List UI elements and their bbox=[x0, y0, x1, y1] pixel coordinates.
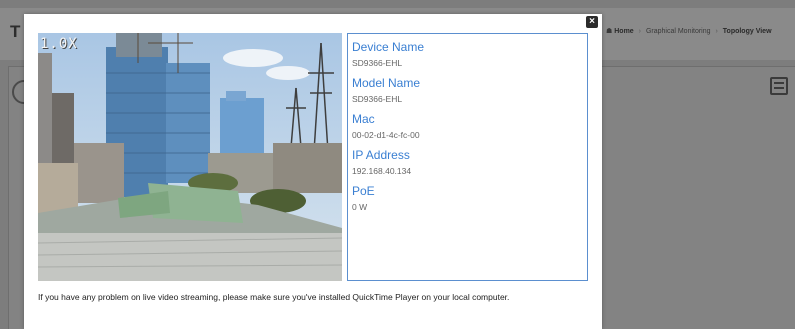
model-name-label: Model Name bbox=[352, 76, 421, 90]
streaming-notice: If you have any problem on live video st… bbox=[38, 292, 510, 302]
ip-address-value: 192.168.40.134 bbox=[352, 166, 412, 176]
device-info-panel: Device Name SD9366-EHL Model Name SD9366… bbox=[347, 33, 588, 281]
poe-value: 0 W bbox=[352, 202, 368, 212]
device-name-label: Device Name bbox=[352, 40, 425, 54]
breadcrumb-home[interactable]: Home bbox=[614, 28, 633, 35]
camera-image bbox=[38, 33, 342, 281]
zoom-level-label: 1.0X bbox=[40, 36, 78, 52]
list-view-icon[interactable] bbox=[770, 77, 788, 95]
mac-label: Mac bbox=[352, 112, 375, 126]
ip-address-label: IP Address bbox=[352, 148, 410, 162]
poe-label: PoE bbox=[352, 184, 375, 198]
breadcrumb-item-graphical-monitoring[interactable]: Graphical Monitoring bbox=[646, 28, 711, 35]
mac-value: 00-02-d1-4c-fc-00 bbox=[352, 130, 420, 140]
device-name-value: SD9366-EHL bbox=[352, 58, 403, 68]
breadcrumb-separator: › bbox=[715, 28, 718, 35]
home-icon: ☗ bbox=[606, 28, 613, 35]
close-icon[interactable]: × bbox=[586, 16, 598, 28]
page-title: T bbox=[10, 22, 21, 41]
breadcrumb-item-topology-view: Topology View bbox=[722, 28, 772, 35]
breadcrumb-separator: › bbox=[638, 28, 641, 35]
model-name-value: SD9366-EHL bbox=[352, 94, 403, 104]
breadcrumb: ☗ Home › Graphical Monitoring › Topology… bbox=[606, 27, 772, 35]
live-video-stream bbox=[38, 33, 342, 281]
